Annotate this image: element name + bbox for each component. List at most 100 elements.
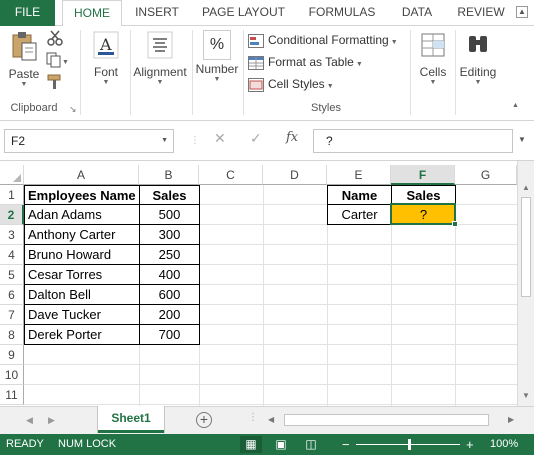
tab-file[interactable]: FILE — [0, 0, 55, 26]
format-as-table-button[interactable]: Format as Table ▼ — [248, 52, 363, 72]
cells-button[interactable]: Cells ▼ — [413, 30, 453, 87]
row-header-11[interactable]: 11 — [0, 385, 24, 405]
sheet-prev-icon[interactable]: ◀ — [26, 415, 33, 426]
conditional-formatting-icon — [248, 33, 264, 48]
row-header-7[interactable]: 7 — [0, 305, 24, 325]
number-button[interactable]: % Number ▼ — [194, 30, 240, 84]
chevron-down-icon: ▼ — [20, 81, 28, 88]
cell-a5[interactable]: Cesar Torres — [24, 264, 140, 285]
vertical-scrollbar[interactable]: ▲ ▼ — [517, 161, 534, 406]
vertical-scroll-thumb[interactable] — [521, 197, 531, 297]
tab-split-grip-icon[interactable]: ⋮ — [248, 412, 258, 423]
tab-page-layout[interactable]: PAGE LAYOUT — [196, 0, 291, 26]
chevron-down-icon[interactable]: ▼ — [161, 130, 168, 152]
clipboard-launcher-icon[interactable]: ↘ — [69, 104, 77, 115]
tab-formulas[interactable]: FORMULAS — [302, 0, 382, 26]
row-header-8[interactable]: 8 — [0, 325, 24, 345]
ribbon-collapse-caret-icon[interactable]: ▲ — [512, 102, 519, 109]
zoom-slider-thumb[interactable] — [408, 439, 411, 450]
cell-styles-button[interactable]: Cell Styles ▼ — [248, 74, 334, 94]
tab-review[interactable]: REVIEW — [452, 0, 510, 26]
row-header-9[interactable]: 9 — [0, 345, 24, 365]
cell-f2[interactable]: ? — [391, 204, 456, 225]
row-header-10[interactable]: 10 — [0, 365, 24, 385]
cell-b7[interactable]: 200 — [139, 304, 200, 325]
editing-button[interactable]: Editing ▼ — [457, 30, 499, 87]
chevron-down-icon: ▼ — [429, 79, 437, 86]
zoom-out-icon[interactable]: − — [342, 434, 350, 455]
column-header-f[interactable]: F — [391, 165, 455, 185]
row-header-6[interactable]: 6 — [0, 285, 24, 305]
ribbon: Paste ▼ ▼ Clipboard ↘ A Font ▼ Alignment… — [0, 26, 534, 121]
zoom-percent[interactable]: 100% — [490, 434, 518, 455]
cell-a7[interactable]: Dave Tucker — [24, 304, 140, 325]
copy-icon[interactable]: ▼ — [46, 52, 68, 68]
column-header-e[interactable]: E — [327, 165, 391, 185]
cut-icon[interactable] — [46, 30, 64, 46]
insert-function-icon[interactable]: fx — [286, 130, 298, 145]
column-header-g[interactable]: G — [455, 165, 517, 185]
cell-a8[interactable]: Derek Porter — [24, 324, 140, 345]
select-all-corner[interactable] — [0, 165, 24, 185]
ribbon-collapse-icon[interactable]: ▲ — [516, 6, 528, 18]
svg-text:A: A — [99, 35, 112, 54]
chevron-down-icon: ▼ — [390, 39, 398, 46]
paste-label: Paste — [8, 67, 40, 81]
column-header-a[interactable]: A — [24, 165, 139, 185]
cell-b1[interactable]: Sales — [139, 185, 200, 205]
cell-a6[interactable]: Dalton Bell — [24, 284, 140, 305]
worksheet-grid[interactable]: A B C D E F G 1 2 3 4 5 6 7 8 9 10 11 Em… — [0, 161, 534, 406]
row-header-4[interactable]: 4 — [0, 245, 24, 265]
zoom-in-icon[interactable]: + — [466, 434, 474, 455]
scroll-left-icon[interactable]: ◀ — [268, 415, 274, 424]
enter-check-icon[interactable]: ✓ — [250, 130, 262, 147]
name-box[interactable]: F2 ▼ — [4, 129, 174, 153]
sheet-next-icon[interactable]: ▶ — [48, 415, 55, 426]
normal-view-icon[interactable]: ▦ — [240, 436, 262, 453]
scroll-right-icon[interactable]: ▶ — [508, 415, 514, 424]
format-painter-icon[interactable] — [46, 74, 64, 90]
cell-e1[interactable]: Name — [327, 185, 392, 205]
scroll-up-icon[interactable]: ▲ — [522, 183, 530, 192]
ribbon-tab-bar: FILE HOME INSERT PAGE LAYOUT FORMULAS DA… — [0, 0, 534, 27]
add-sheet-icon[interactable]: + — [196, 412, 212, 428]
cell-b2[interactable]: 500 — [139, 204, 200, 225]
cancel-icon[interactable]: ✕ — [214, 130, 226, 147]
page-break-view-icon[interactable]: ◫ — [300, 436, 322, 453]
cell-a4[interactable]: Bruno Howard — [24, 244, 140, 265]
cell-f1[interactable]: Sales — [391, 185, 456, 205]
cell-e2[interactable]: Carter — [327, 204, 392, 225]
chevron-down-icon: ▼ — [213, 76, 221, 83]
sheet-tab-sheet1[interactable]: Sheet1 — [98, 406, 164, 433]
tab-insert[interactable]: INSERT — [126, 0, 188, 26]
cell-a1[interactable]: Employees Name — [24, 185, 140, 205]
row-header-5[interactable]: 5 — [0, 265, 24, 285]
cell-b8[interactable]: 700 — [139, 324, 200, 345]
row-header-2[interactable]: 2 — [0, 205, 24, 225]
alignment-button[interactable]: Alignment ▼ — [132, 30, 188, 87]
expand-formula-bar-icon[interactable]: ▼ — [518, 135, 526, 144]
row-header-3[interactable]: 3 — [0, 225, 24, 245]
font-button[interactable]: A Font ▼ — [86, 30, 126, 87]
cell-b4[interactable]: 250 — [139, 244, 200, 265]
align-center-icon — [147, 31, 173, 59]
column-header-c[interactable]: C — [199, 165, 263, 185]
formula-input[interactable]: ? — [313, 129, 513, 153]
cell-a3[interactable]: Anthony Carter — [24, 224, 140, 245]
column-header-b[interactable]: B — [139, 165, 199, 185]
tab-data[interactable]: DATA — [394, 0, 440, 26]
cell-b5[interactable]: 400 — [139, 264, 200, 285]
tab-home[interactable]: HOME — [62, 0, 122, 27]
alignment-label: Alignment — [133, 65, 187, 79]
cell-b3[interactable]: 300 — [139, 224, 200, 245]
cell-b6[interactable]: 600 — [139, 284, 200, 305]
page-layout-view-icon[interactable]: ▣ — [270, 436, 292, 453]
conditional-formatting-button[interactable]: Conditional Formatting ▼ — [248, 30, 398, 50]
font-color-icon: A — [93, 31, 119, 59]
paste-button[interactable]: Paste ▼ — [6, 30, 42, 89]
row-header-1[interactable]: 1 — [0, 185, 24, 205]
horizontal-scroll-thumb[interactable] — [284, 414, 489, 426]
cell-a2[interactable]: Adan Adams — [24, 204, 140, 225]
column-header-d[interactable]: D — [263, 165, 327, 185]
scroll-down-icon[interactable]: ▼ — [522, 391, 530, 400]
